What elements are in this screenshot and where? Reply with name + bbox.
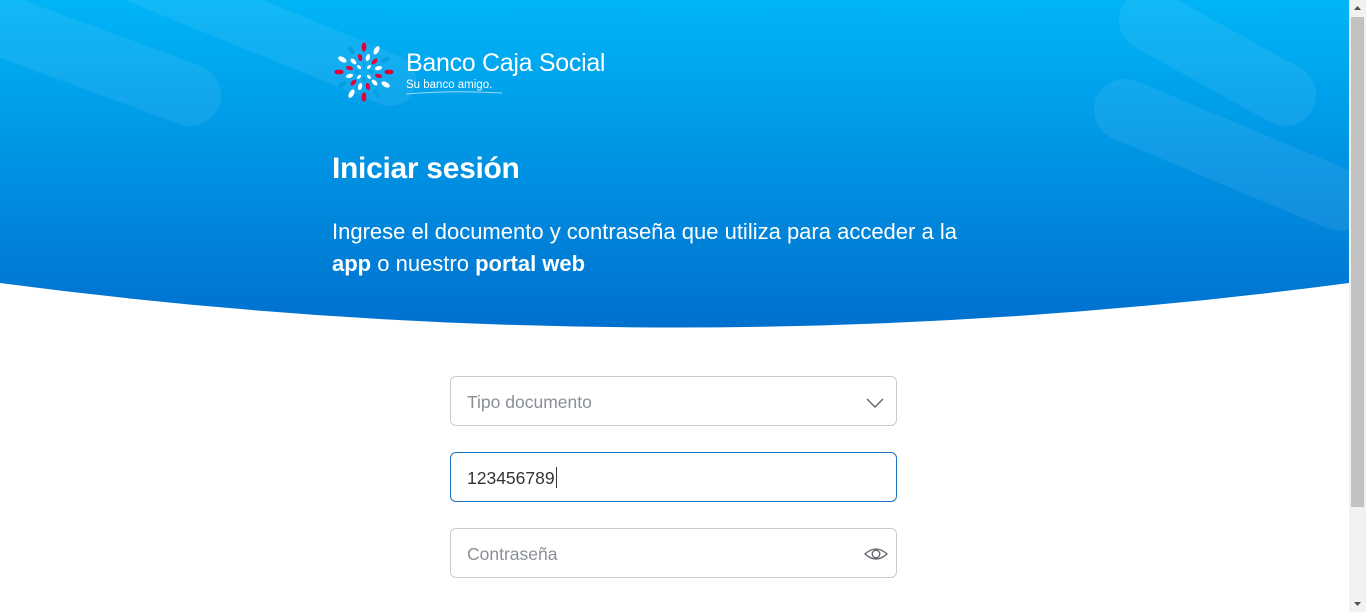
password-input[interactable]: Contraseña xyxy=(450,528,897,578)
logo-petal xyxy=(361,42,367,52)
document-type-select[interactable]: Tipo documento xyxy=(450,376,897,426)
logo-petal xyxy=(381,56,390,63)
vertical-scrollbar[interactable] xyxy=(1349,0,1366,612)
logo-petal xyxy=(348,89,355,98)
logo-petal xyxy=(348,46,355,55)
text-caret xyxy=(555,467,557,488)
logo-petal xyxy=(374,73,383,79)
document-number-value: 123456789 xyxy=(467,453,557,503)
logo-petal xyxy=(345,65,354,71)
sunburst-logo-icon xyxy=(334,42,394,102)
document-type-placeholder: Tipo documento xyxy=(467,392,592,412)
scroll-up-arrow-icon[interactable] xyxy=(1349,0,1366,17)
intro-text: Ingrese el documento y contraseña que ut… xyxy=(332,216,1052,280)
bank-logo[interactable]: Banco Caja Social Su banco amigo. xyxy=(332,40,605,104)
intro-portal: portal web xyxy=(475,251,586,276)
logo-petal xyxy=(338,81,347,88)
logo-petal xyxy=(357,82,363,91)
logo-petal xyxy=(371,58,378,65)
password-placeholder: Contraseña xyxy=(467,544,558,564)
logo-petal xyxy=(357,74,362,79)
brand-name: Banco Caja Social xyxy=(406,48,606,77)
logo-petal xyxy=(350,79,357,86)
intro-text-part2: o nuestro xyxy=(371,251,476,276)
scroll-down-arrow-icon[interactable] xyxy=(1349,595,1366,612)
logo-petal xyxy=(381,81,390,88)
logo-petal xyxy=(374,65,383,71)
logo-petal xyxy=(345,73,354,79)
logo-petal xyxy=(334,69,344,75)
brand-tagline: Su banco amigo. xyxy=(406,78,493,91)
document-number-text: 123456789 xyxy=(467,468,555,488)
logo-petal xyxy=(365,53,371,62)
hero-background xyxy=(0,0,1349,328)
login-page: Banco Caja Social Su banco amigo. Inicia… xyxy=(0,0,1349,612)
logo-petal xyxy=(366,65,371,70)
hero-banner: Banco Caja Social Su banco amigo. Inicia… xyxy=(0,0,1349,330)
chevron-down-icon xyxy=(866,398,884,408)
logo-petal xyxy=(362,76,366,82)
intro-text-part1: Ingrese el documento y contraseña que ut… xyxy=(332,219,957,244)
logo-petal xyxy=(365,82,371,91)
logo-petal xyxy=(373,89,380,98)
logo-petal xyxy=(366,74,371,79)
logo-petal xyxy=(350,58,357,65)
logo-petal xyxy=(384,69,394,75)
page-title: Iniciar sesión xyxy=(332,152,520,185)
logo-petal xyxy=(361,92,367,102)
logo-petal xyxy=(354,70,360,74)
logo-petal xyxy=(338,56,347,63)
logo-petal xyxy=(357,65,362,70)
logo-petal xyxy=(368,70,374,74)
logo-petal xyxy=(357,53,363,62)
logo-text: Banco Caja Social Su banco amigo. xyxy=(406,49,605,96)
eye-icon[interactable] xyxy=(864,542,888,566)
document-number-input[interactable]: 123456789 xyxy=(450,452,897,502)
logo-petal xyxy=(362,62,366,68)
logo-petal xyxy=(373,46,380,55)
intro-app: app xyxy=(332,251,372,276)
scroll-thumb[interactable] xyxy=(1351,17,1364,507)
logo-petal xyxy=(371,79,378,86)
